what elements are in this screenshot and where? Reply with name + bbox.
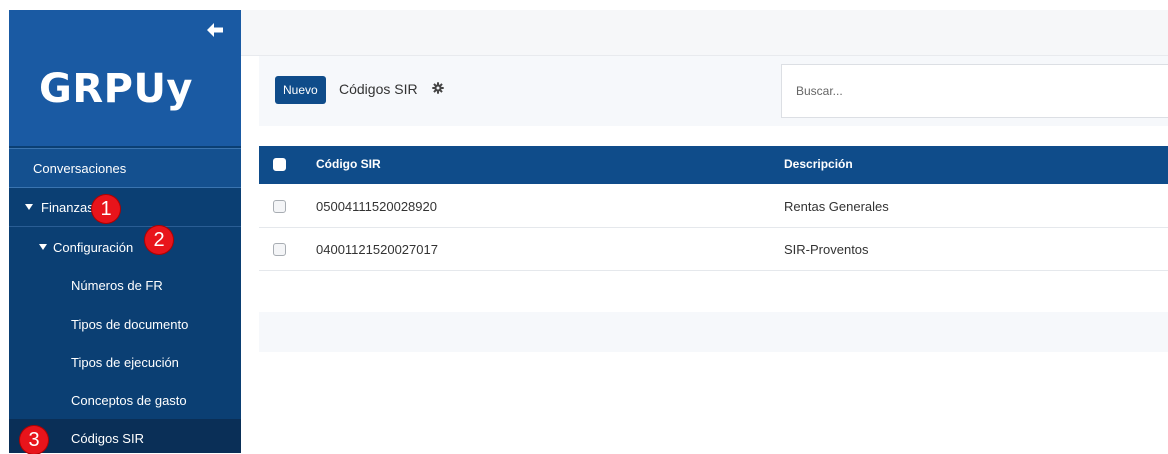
sidebar-item-label: Números de FR xyxy=(71,278,163,293)
sidebar-item-label: Conversaciones xyxy=(33,161,127,176)
column-header-code[interactable]: Código SIR xyxy=(316,157,381,171)
logo: GRPUy xyxy=(39,66,194,112)
search-input[interactable] xyxy=(781,64,1168,118)
table-footer xyxy=(259,312,1168,352)
annotation-badge-2: 2 xyxy=(145,226,173,254)
caret-down-icon xyxy=(25,204,33,210)
sidebar-item-tipos-documento[interactable]: Tipos de documento xyxy=(9,305,241,343)
annotation-badge-3: 3 xyxy=(20,426,48,454)
table-row[interactable]: 05004111520028920 Rentas Generales xyxy=(259,185,1168,228)
sidebar: GRPUy Conversaciones Finanzas Configurac… xyxy=(9,10,241,453)
sidebar-item-label: Tipos de ejecución xyxy=(71,355,179,370)
row-checkbox[interactable] xyxy=(273,243,286,256)
back-arrow-icon[interactable] xyxy=(205,20,225,40)
sidebar-item-label: Finanzas xyxy=(41,200,94,215)
top-bar xyxy=(241,10,1168,56)
cell-code: 04001121520027017 xyxy=(316,242,438,257)
sidebar-item-label: Códigos SIR xyxy=(71,431,144,446)
sidebar-item-tipos-ejecucion[interactable]: Tipos de ejecución xyxy=(9,343,241,381)
page-title: Códigos SIR xyxy=(339,81,418,97)
select-all-checkbox[interactable] xyxy=(273,158,286,171)
sidebar-item-label: Configuración xyxy=(53,240,134,255)
annotation-badge-1: 1 xyxy=(92,195,120,223)
cell-description: Rentas Generales xyxy=(784,199,889,214)
new-button[interactable]: Nuevo xyxy=(275,76,326,104)
brand-header: GRPUy xyxy=(9,10,241,146)
sidebar-item-label: Tipos de documento xyxy=(71,317,189,332)
row-checkbox[interactable] xyxy=(273,200,286,213)
sidebar-item-finanzas[interactable]: Finanzas xyxy=(9,188,241,227)
sidebar-item-label: Conceptos de gasto xyxy=(71,393,187,408)
column-header-description[interactable]: Descripción xyxy=(784,157,853,171)
gear-icon[interactable] xyxy=(432,82,444,94)
caret-down-icon xyxy=(39,244,47,250)
sidebar-item-conversaciones[interactable]: Conversaciones xyxy=(9,148,241,188)
cell-description: SIR-Proventos xyxy=(784,242,869,257)
table-header: Código SIR Descripción xyxy=(259,146,1168,184)
sidebar-item-configuracion[interactable]: Configuración xyxy=(9,228,241,266)
sidebar-item-numeros-fr[interactable]: Números de FR xyxy=(9,266,241,304)
cell-code: 05004111520028920 xyxy=(316,199,437,214)
sidebar-item-conceptos-gasto[interactable]: Conceptos de gasto xyxy=(9,381,241,419)
control-panel: Nuevo Códigos SIR xyxy=(259,56,1168,126)
table-row[interactable]: 04001121520027017 SIR-Proventos xyxy=(259,228,1168,271)
